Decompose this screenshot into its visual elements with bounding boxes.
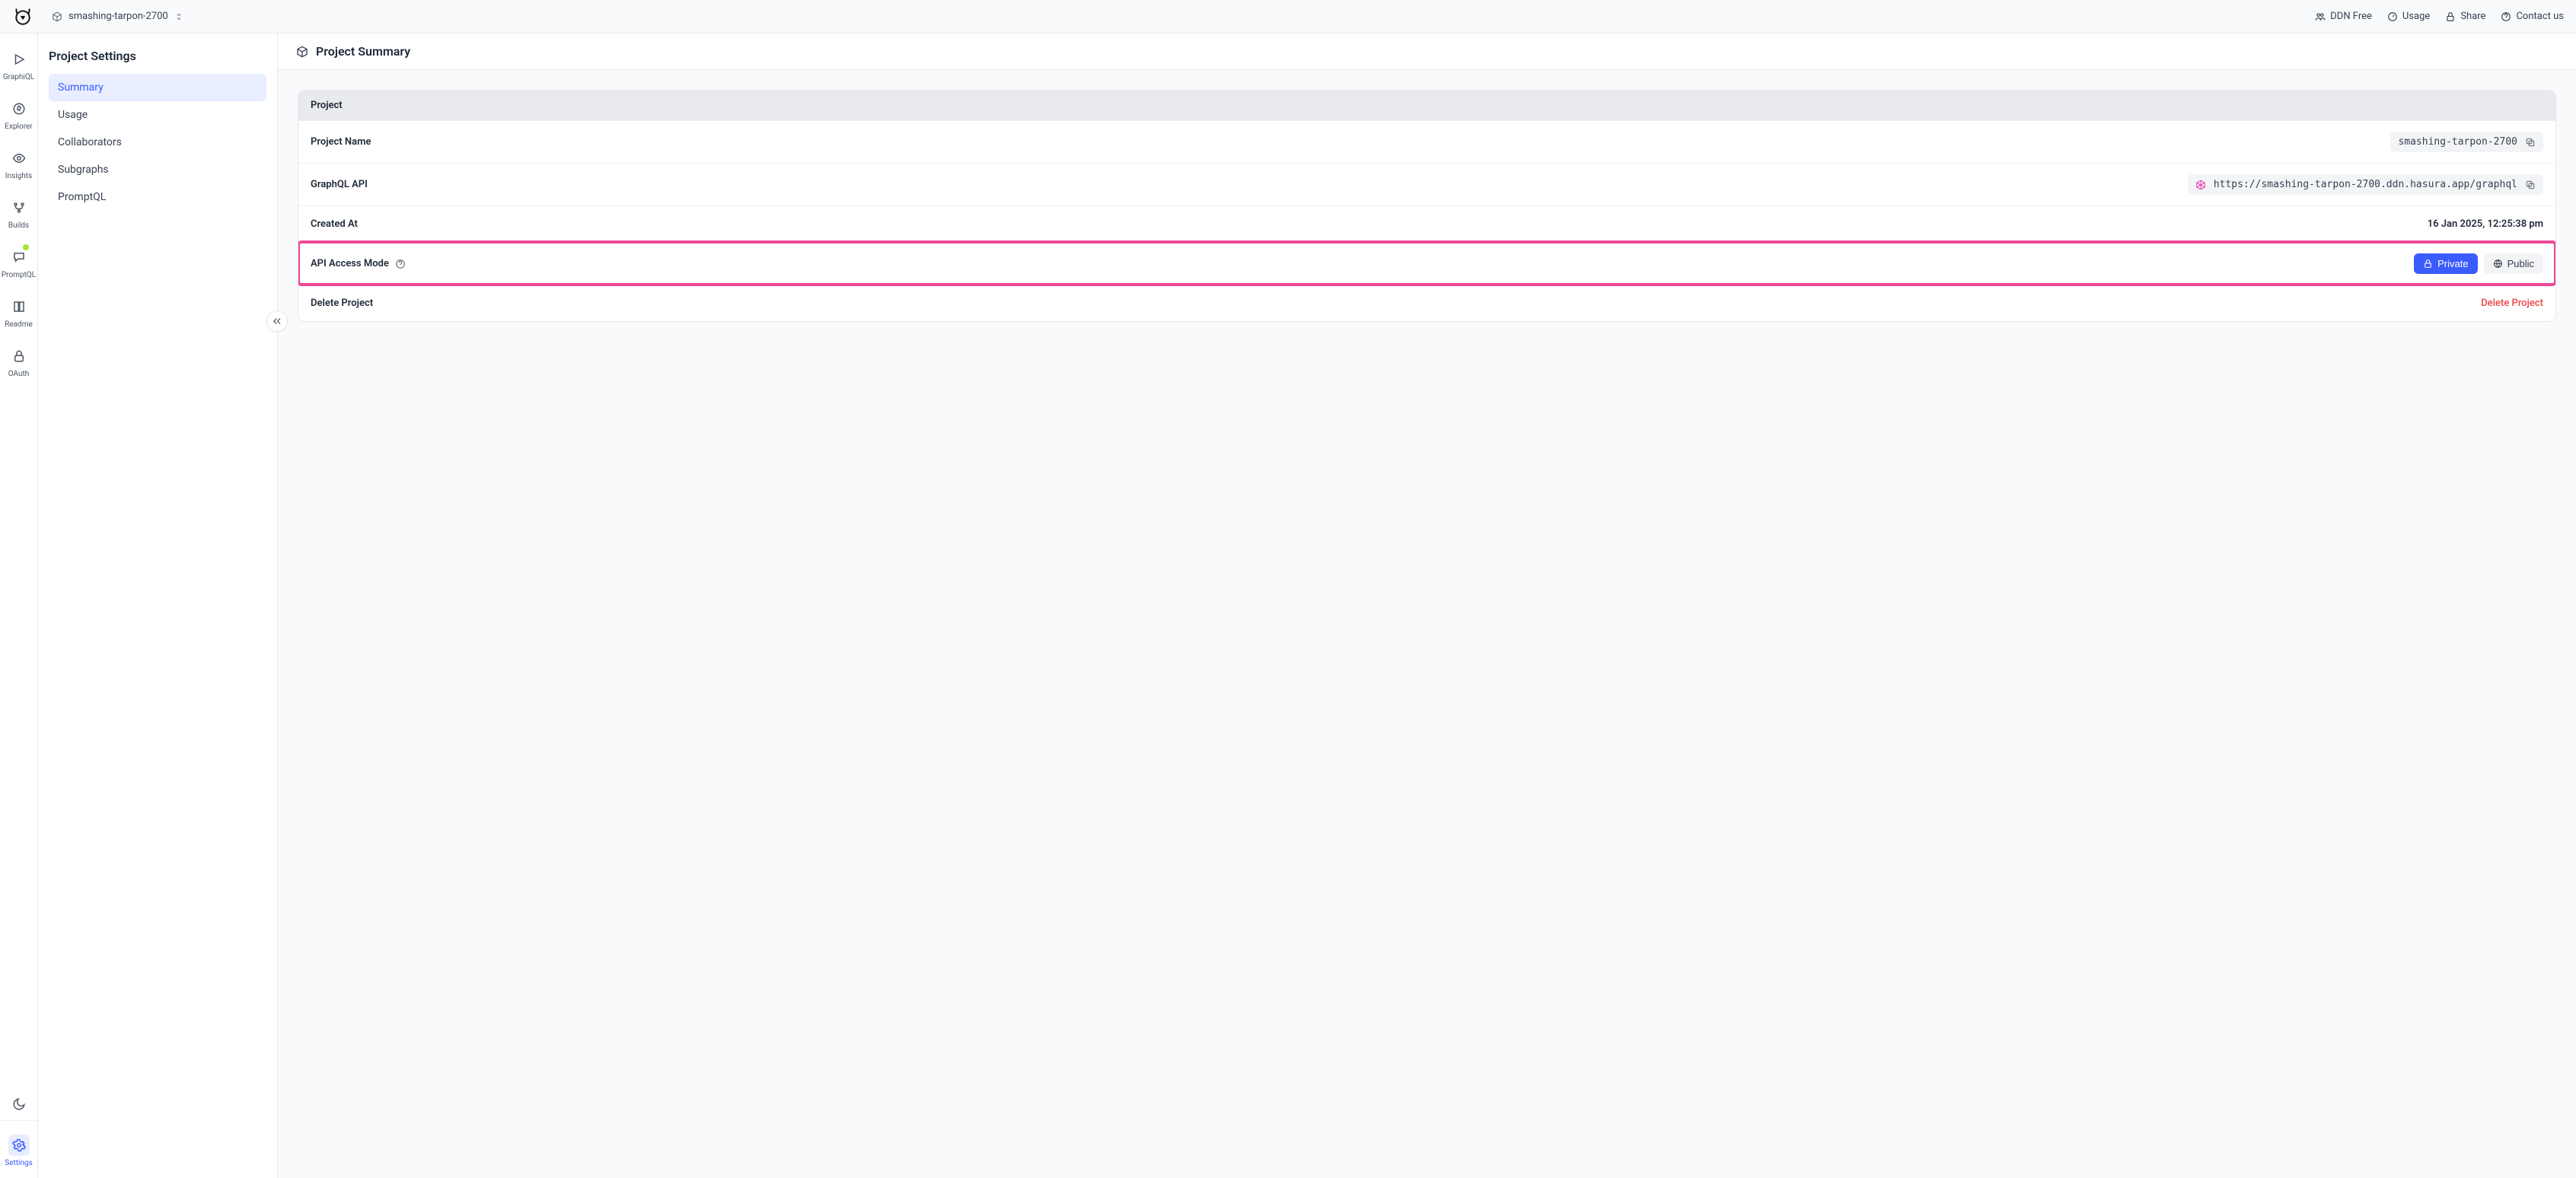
chevron-double-left-icon bbox=[272, 316, 282, 326]
theme-toggle[interactable] bbox=[0, 1090, 37, 1121]
graphql-label: GraphQL API bbox=[311, 179, 368, 190]
eye-icon bbox=[12, 151, 26, 165]
ddn-free-link[interactable]: DDN Free bbox=[2315, 11, 2372, 22]
row-graphql-api: GraphQL API https://smashing-tarpon-2700… bbox=[298, 163, 2555, 205]
gauge-icon bbox=[2387, 11, 2398, 22]
rail-oauth[interactable]: OAuth bbox=[0, 342, 37, 381]
copy-graphql-url-button[interactable] bbox=[2525, 180, 2536, 190]
share-link[interactable]: Share bbox=[2445, 11, 2485, 22]
main-header: Project Summary bbox=[278, 33, 2576, 70]
row-api-access-mode: API Access Mode Private Public bbox=[298, 242, 2555, 285]
created-label: Created At bbox=[311, 218, 358, 230]
sidebar-item-collaborators[interactable]: Collaborators bbox=[49, 129, 266, 156]
contact-link[interactable]: Contact us bbox=[2501, 11, 2564, 22]
card-header: Project bbox=[298, 91, 2555, 120]
project-switcher[interactable]: smashing-tarpon-2700 bbox=[46, 8, 190, 25]
rail-explorer[interactable]: Explorer bbox=[0, 95, 37, 134]
lock-icon bbox=[2423, 259, 2433, 269]
moon-icon bbox=[12, 1097, 26, 1111]
delete-project-button[interactable]: Delete Project bbox=[2481, 298, 2543, 309]
copy-icon bbox=[2525, 180, 2536, 190]
main: Project Summary Project Project Name sma… bbox=[278, 33, 2576, 1178]
rail-readme[interactable]: Readme bbox=[0, 293, 37, 332]
globe-icon bbox=[2493, 259, 2503, 269]
sidebar-item-promptql[interactable]: PromptQL bbox=[49, 183, 266, 211]
rail-settings[interactable]: Settings bbox=[0, 1132, 37, 1170]
chevron-up-down-icon bbox=[174, 12, 183, 21]
page-title: Project Summary bbox=[316, 44, 410, 59]
private-button[interactable]: Private bbox=[2414, 253, 2477, 274]
graphql-url-chip: https://smashing-tarpon-2700.ddn.hasura.… bbox=[2188, 174, 2543, 195]
access-label: API Access Mode bbox=[311, 258, 389, 269]
topbar: smashing-tarpon-2700 DDN Free Usage Shar… bbox=[0, 0, 2576, 33]
icon-rail: GraphiQL Explorer Insights Builds Prompt… bbox=[0, 33, 38, 1178]
sidebar-item-usage[interactable]: Usage bbox=[49, 101, 266, 129]
play-icon bbox=[12, 53, 26, 66]
row-created-at: Created At 16 Jan 2025, 12:25:38 pm bbox=[298, 205, 2555, 242]
lock-icon bbox=[12, 349, 26, 363]
graphql-icon bbox=[2195, 180, 2206, 190]
lock-icon bbox=[2445, 11, 2456, 22]
sidebar-item-summary[interactable]: Summary bbox=[49, 74, 266, 101]
copy-project-name-button[interactable] bbox=[2525, 137, 2536, 148]
project-name: smashing-tarpon-2700 bbox=[69, 11, 168, 22]
sidebar-title: Project Settings bbox=[49, 49, 266, 63]
public-button[interactable]: Public bbox=[2484, 253, 2543, 274]
rail-insights[interactable]: Insights bbox=[0, 145, 37, 183]
project-name-chip: smashing-tarpon-2700 bbox=[2390, 132, 2543, 152]
book-icon bbox=[12, 300, 26, 314]
created-value: 16 Jan 2025, 12:25:38 pm bbox=[2428, 218, 2543, 230]
usage-link[interactable]: Usage bbox=[2387, 11, 2430, 22]
users-icon bbox=[2315, 11, 2326, 22]
new-badge-icon bbox=[22, 244, 30, 251]
help-icon bbox=[2501, 11, 2511, 22]
chat-icon bbox=[12, 250, 26, 264]
project-name-label: Project Name bbox=[311, 136, 371, 148]
help-circle-icon[interactable] bbox=[395, 259, 406, 269]
access-mode-toggle: Private Public bbox=[2414, 253, 2543, 274]
sidebar-item-subgraphs[interactable]: Subgraphs bbox=[49, 156, 266, 183]
delete-label: Delete Project bbox=[311, 298, 373, 309]
copy-icon bbox=[2525, 137, 2536, 148]
gear-icon bbox=[12, 1138, 26, 1152]
cube-icon bbox=[296, 46, 308, 58]
collapse-sidebar-button[interactable] bbox=[266, 310, 288, 332]
row-project-name: Project Name smashing-tarpon-2700 bbox=[298, 120, 2555, 163]
compass-icon bbox=[12, 102, 26, 116]
rail-graphiql[interactable]: GraphiQL bbox=[0, 46, 37, 84]
rail-builds[interactable]: Builds bbox=[0, 194, 37, 233]
hasura-logo[interactable] bbox=[12, 6, 33, 27]
rail-promptql[interactable]: PromptQL bbox=[0, 244, 37, 282]
graphql-url-value: https://smashing-tarpon-2700.ddn.hasura.… bbox=[2214, 179, 2517, 190]
row-delete-project: Delete Project Delete Project bbox=[298, 285, 2555, 321]
branch-icon bbox=[12, 201, 26, 215]
cube-icon bbox=[52, 11, 62, 22]
project-card: Project Project Name smashing-tarpon-270… bbox=[298, 90, 2556, 322]
sidebar: Project Settings Summary Usage Collabora… bbox=[38, 33, 278, 1178]
project-name-value: smashing-tarpon-2700 bbox=[2398, 136, 2517, 148]
